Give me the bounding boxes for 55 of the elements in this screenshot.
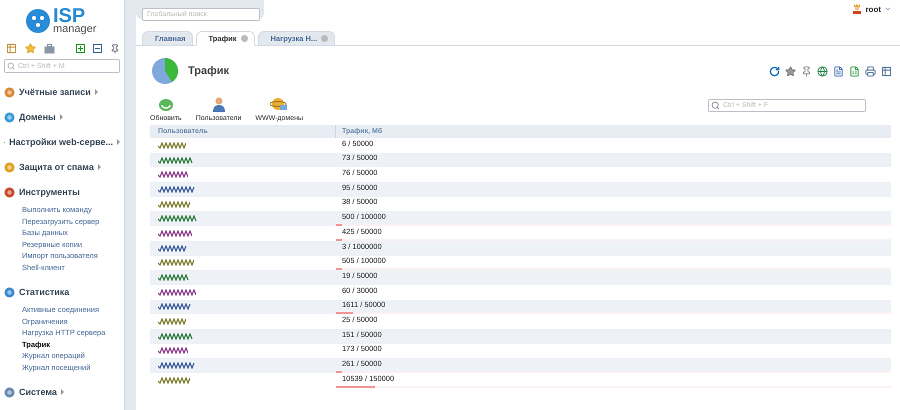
- print-icon[interactable]: [865, 66, 876, 76]
- search-icon: [711, 101, 720, 110]
- redacted-scribble-icon: [158, 347, 188, 354]
- page-title: Трафик: [188, 65, 230, 77]
- menu-section[interactable]: Статистика: [19, 287, 70, 297]
- redacted-scribble-icon: [158, 274, 189, 282]
- redacted-scribble-icon: [158, 200, 190, 208]
- collapse-all-icon[interactable]: [93, 44, 102, 53]
- menu-section[interactable]: Инструменты: [19, 187, 80, 197]
- menu-section[interactable]: Домены: [19, 112, 56, 122]
- table-settings-icon[interactable]: [881, 66, 892, 76]
- tree-view-icon[interactable]: [6, 43, 17, 54]
- expand-caret-icon: [60, 389, 64, 395]
- expand-caret-icon: [98, 164, 101, 170]
- dropdown-caret-icon[interactable]: [884, 5, 892, 13]
- close-icon[interactable]: [240, 35, 248, 42]
- star-icon[interactable]: [785, 66, 796, 76]
- pin-icon[interactable]: [110, 44, 120, 54]
- document-icon[interactable]: [833, 66, 844, 76]
- briefcase-icon[interactable]: [44, 44, 55, 54]
- expand-caret-icon: [117, 139, 120, 145]
- redacted-scribble-icon: [158, 171, 188, 178]
- menu-section[interactable]: Система: [19, 387, 57, 397]
- redacted-scribble-icon: [158, 318, 186, 326]
- expand-caret-icon: [94, 89, 98, 95]
- user-name[interactable]: root: [865, 4, 881, 14]
- redacted-scribble-icon: [158, 244, 187, 252]
- favorites-icon[interactable]: [25, 43, 36, 54]
- spreadsheet-icon[interactable]: [849, 66, 860, 76]
- menu-section[interactable]: Настройки web-серве...: [9, 137, 113, 147]
- expand-all-icon[interactable]: [76, 44, 85, 53]
- redacted-scribble-icon: [158, 215, 197, 222]
- user-icon: [852, 4, 862, 14]
- redacted-scribble-icon: [158, 230, 192, 237]
- redacted-scribble-icon: [158, 186, 195, 193]
- globe-icon: [270, 96, 288, 112]
- logo-product: manager: [53, 24, 96, 35]
- search-icon: [7, 62, 15, 70]
- user-icon: [210, 96, 227, 112]
- globe-icon[interactable]: [817, 66, 828, 76]
- pin-icon[interactable]: [801, 66, 812, 76]
- redacted-scribble-icon: [158, 362, 195, 370]
- redacted-scribble-icon: [158, 156, 193, 164]
- logo-brand: ISP: [53, 6, 86, 26]
- menu-section[interactable]: Защита от спама: [19, 162, 94, 172]
- redacted-scribble-icon: [158, 376, 190, 384]
- redacted-scribble-icon: [158, 332, 193, 340]
- menu-section[interactable]: Учётные записи: [19, 87, 91, 97]
- logo-icon: [26, 8, 50, 32]
- redacted-scribble-icon: [158, 303, 191, 310]
- redacted-scribble-icon: [158, 259, 194, 266]
- redacted-scribble-icon: [158, 142, 186, 149]
- redacted-scribble-icon: [158, 288, 196, 296]
- expand-caret-icon: [60, 114, 63, 120]
- pie-chart-icon: [150, 56, 180, 86]
